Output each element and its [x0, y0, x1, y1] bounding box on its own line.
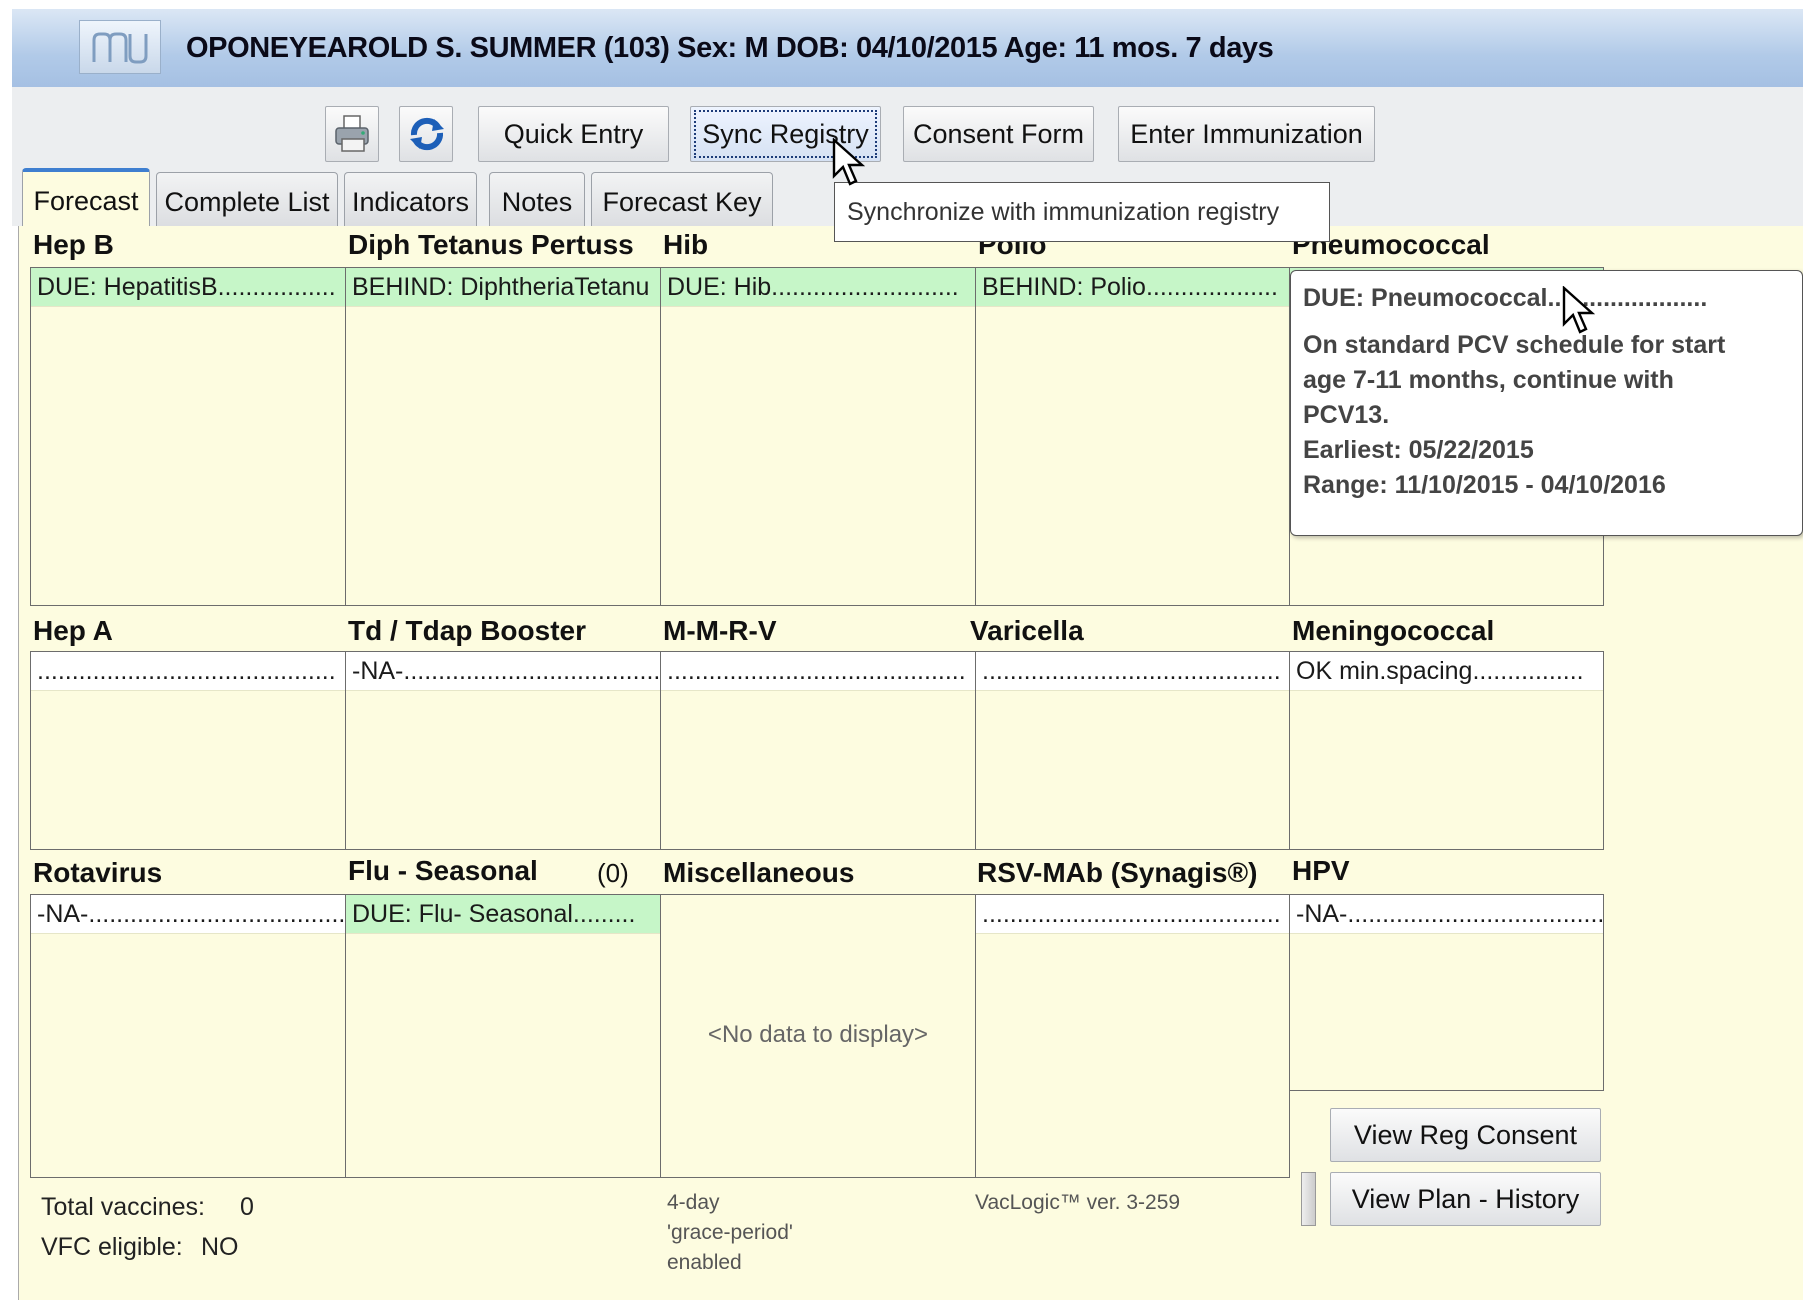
forecast-status-rotavirus: -NA-....................................… [31, 895, 345, 934]
vaccine-cell-hpv[interactable]: -NA-....................................… [1289, 894, 1604, 1091]
forecast-status-hep-a: ........................................… [31, 652, 345, 691]
enter-immunization-button[interactable]: Enter Immunization [1118, 106, 1375, 162]
forecast-status-dtp: BEHIND: DiphtheriaTetanu [346, 268, 660, 307]
sync-registry-tooltip: Synchronize with immunization registry [834, 182, 1330, 242]
pneumococcal-tooltip-title: DUE: Pneumococcal....................... [1303, 284, 1708, 312]
forecast-status-meningococcal: OK min.spacing................ [1290, 652, 1603, 691]
consent-form-button[interactable]: Consent Form [903, 106, 1094, 162]
version-label: VacLogic™ ver. 3-259 [975, 1191, 1181, 1214]
group-title-hpv: HPV [1292, 855, 1350, 886]
tab-forecast[interactable]: Forecast [22, 168, 150, 228]
group-title-meningococcal: Meningococcal [1292, 615, 1495, 646]
tab-complete-list[interactable]: Complete List [156, 172, 338, 226]
patient-header-bar: OPONEYEAROLD S. SUMMER (103) Sex: M DOB:… [12, 9, 1803, 87]
vaccine-cell-hep-b[interactable]: DUE: HepatitisB................. [30, 267, 346, 606]
group-title-hib: Hib [663, 229, 709, 260]
no-data-message: <No data to display> [707, 1021, 929, 1048]
group-title-hep-b: Hep B [33, 229, 114, 260]
group-title-rotavirus: Rotavirus [33, 857, 163, 888]
quick-entry-button[interactable]: Quick Entry [478, 106, 669, 162]
sync-registry-button[interactable]: Sync Registry [690, 106, 881, 162]
view-reg-consent-button[interactable]: View Reg Consent [1330, 1108, 1601, 1162]
group-title-varicella: Varicella [970, 615, 1084, 646]
view-plan-history-button[interactable]: View Plan - History [1330, 1172, 1601, 1226]
refresh-button[interactable] [399, 106, 453, 162]
grace-period-line-2: 'grace-period' [667, 1221, 793, 1244]
group-title-dtp: Diph Tetanus Pertuss [348, 229, 634, 260]
forecast-status-hep-b: DUE: HepatitisB................. [31, 268, 345, 307]
vaccine-cell-td-tdap[interactable]: -NA-....................................… [345, 651, 661, 850]
forecast-status-rsv-mab: ........................................… [976, 895, 1289, 934]
total-vaccines-label: Total vaccines: [41, 1193, 205, 1221]
group-title-miscellaneous: Miscellaneous [663, 857, 855, 888]
print-button[interactable] [325, 106, 379, 162]
pneumococcal-tooltip-line-2: age 7-11 months, continue with [1303, 366, 1674, 394]
vaccine-cell-rsv-mab[interactable]: ........................................… [975, 894, 1290, 1178]
group-title-flu-seasonal: Flu - Seasonal [348, 855, 538, 886]
group-title-rsv-mab: RSV-MAb (Synagis®) [977, 857, 1258, 888]
tab-forecast-key[interactable]: Forecast Key [591, 172, 773, 226]
grace-period-line-1: 4-day [667, 1191, 720, 1214]
vaccine-cell-mmrv[interactable]: ........................................… [660, 651, 976, 850]
vaccine-cell-meningococcal[interactable]: OK min.spacing................ [1289, 651, 1604, 850]
pneumococcal-tooltip: DUE: Pneumococcal.......................… [1290, 270, 1803, 536]
forecast-status-td-tdap: -NA-....................................… [346, 652, 660, 691]
forecast-status-polio: BEHIND: Polio................... [976, 268, 1289, 307]
group-title-mmrv: M-M-R-V [663, 615, 777, 646]
tab-indicators[interactable]: Indicators [344, 172, 477, 226]
pneumococcal-tooltip-range: Range: 11/10/2015 - 04/10/2016 [1303, 471, 1666, 499]
printer-icon [335, 115, 369, 152]
flu-count: (0) [597, 858, 629, 888]
forecast-status-varicella: ........................................… [976, 652, 1289, 691]
total-vaccines-value: 0 [240, 1193, 254, 1221]
vaccine-cell-dtp[interactable]: BEHIND: DiphtheriaTetanu [345, 267, 661, 606]
vaccine-cell-polio[interactable]: BEHIND: Polio................... [975, 267, 1290, 606]
group-title-hep-a: Hep A [33, 615, 113, 646]
vaccine-cell-hib[interactable]: DUE: Hib........................... [660, 267, 976, 606]
pneumococcal-tooltip-line-3: PCV13. [1303, 401, 1390, 429]
app-logo-icon [79, 20, 161, 74]
vaccine-cell-flu-seasonal[interactable]: DUE: Flu- Seasonal......... [345, 894, 661, 1178]
vaccine-cell-varicella[interactable]: ........................................… [975, 651, 1290, 850]
vfc-eligible-label: VFC eligible: [41, 1233, 183, 1261]
vfc-eligible-value: NO [201, 1233, 239, 1261]
tab-notes[interactable]: Notes [489, 172, 585, 226]
pneumococcal-tooltip-line-1: On standard PCV schedule for start [1303, 331, 1726, 359]
forecast-status-mmrv: ........................................… [661, 652, 975, 691]
refresh-icon [410, 117, 444, 151]
forecast-status-hib: DUE: Hib........................... [661, 268, 975, 307]
vaccine-cell-miscellaneous[interactable]: <No data to display> [660, 894, 976, 1178]
forecast-status-hpv: -NA-....................................… [1290, 895, 1603, 934]
grace-period-line-3: enabled [667, 1251, 742, 1274]
pneumococcal-tooltip-earliest: Earliest: 05/22/2015 [1303, 436, 1534, 464]
patient-header-text: OPONEYEAROLD S. SUMMER (103) Sex: M DOB:… [186, 32, 1274, 64]
group-title-td-tdap: Td / Tdap Booster [348, 615, 586, 646]
forecast-status-flu-seasonal: DUE: Flu- Seasonal......... [346, 895, 660, 934]
vaccine-cell-rotavirus[interactable]: -NA-....................................… [30, 894, 346, 1178]
vaccine-cell-hep-a[interactable]: ........................................… [30, 651, 346, 850]
resize-handle[interactable] [1301, 1172, 1316, 1226]
